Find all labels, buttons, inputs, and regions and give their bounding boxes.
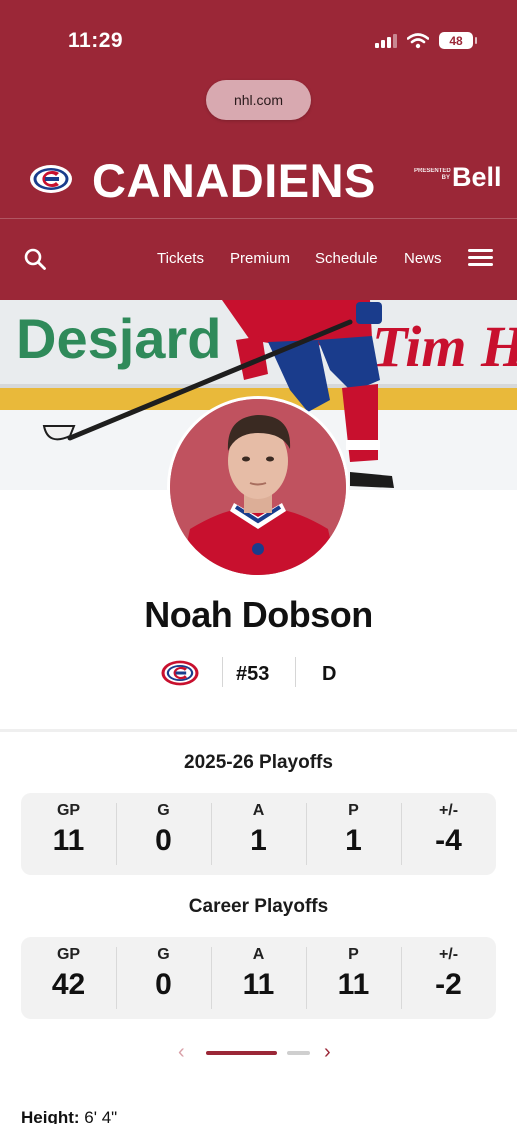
stat-label: G: [157, 946, 170, 963]
player-page: 11:29 48 nhl.com CANADIENS PRESENTED BY …: [0, 0, 517, 1124]
stat-plus-minus: +/- -4: [401, 793, 496, 875]
bio-height: Height: 6' 4": [21, 1108, 117, 1124]
header-divider: [0, 218, 517, 219]
canadiens-logo-icon[interactable]: [28, 162, 74, 196]
stat-value: -2: [435, 968, 462, 1001]
team-logo-icon: [161, 660, 199, 686]
main-nav: Tickets Premium Schedule News: [0, 236, 517, 282]
player-headshot: [167, 396, 349, 578]
sponsor-caption: PRESENTED BY: [414, 168, 451, 181]
site-header: 11:29 48 nhl.com CANADIENS PRESENTED BY …: [0, 0, 517, 300]
status-time: 11:29: [68, 29, 124, 52]
player-headshot-image: [170, 399, 346, 575]
stat-label: G: [157, 802, 170, 819]
nav-schedule[interactable]: Schedule: [315, 250, 378, 267]
status-icons: 48: [375, 32, 477, 49]
stat-label: P: [348, 802, 359, 819]
meta-divider: [295, 657, 296, 687]
cellular-signal-icon: [375, 33, 397, 48]
nav-news[interactable]: News: [404, 250, 442, 267]
stat-plus-minus: +/- -2: [401, 937, 496, 1019]
sponsor-logo[interactable]: Bell: [452, 162, 502, 193]
board-ad-right: Tim H: [372, 314, 517, 379]
stat-label: A: [252, 802, 265, 819]
stat-label: A: [252, 946, 265, 963]
stat-value: 11: [242, 968, 275, 1001]
stats-pager: ‹ ›: [0, 1040, 517, 1064]
stat-p: P1: [306, 793, 401, 875]
board-ad-left: Desjard: [16, 307, 221, 370]
team-wordmark[interactable]: CANADIENS: [92, 153, 376, 208]
bio-height-label: Height:: [21, 1108, 80, 1124]
nav-tickets[interactable]: Tickets: [157, 250, 204, 267]
player-number: #53: [236, 663, 270, 685]
pager-indicator-active[interactable]: [206, 1051, 277, 1055]
stat-value: 1: [345, 824, 362, 857]
stat-value: 0: [155, 824, 172, 857]
nav-premium[interactable]: Premium: [230, 250, 290, 267]
stat-label: +/-: [438, 802, 459, 819]
player-position: D: [322, 663, 337, 685]
stat-g: G0: [116, 793, 211, 875]
search-icon[interactable]: [22, 246, 48, 272]
pager-indicator[interactable]: [287, 1051, 310, 1055]
stat-label: P: [348, 946, 359, 963]
stat-value: -4: [435, 824, 462, 857]
chevron-left-icon[interactable]: ‹: [178, 1041, 185, 1064]
stat-g: G0: [116, 937, 211, 1019]
stat-label: +/-: [438, 946, 459, 963]
stat-label: GP: [56, 946, 81, 963]
wifi-icon: [407, 32, 429, 48]
stats-title-season-playoffs: 2025-26 Playoffs: [184, 752, 333, 773]
player-name: Noah Dobson: [144, 594, 373, 635]
stat-a: A1: [211, 793, 306, 875]
chevron-right-icon[interactable]: ›: [324, 1041, 331, 1064]
battery-icon: 48: [439, 32, 477, 49]
stats-title-career-playoffs: Career Playoffs: [188, 896, 329, 917]
stats-card-season-playoffs[interactable]: GP 11 G0 A1 P1 +/- -4: [21, 793, 496, 875]
stat-p: P 11: [306, 937, 401, 1019]
section-divider: [0, 729, 517, 732]
stat-value: 1: [250, 824, 267, 857]
stat-gp: GP 42: [21, 937, 116, 1019]
stat-value: 0: [155, 968, 172, 1001]
bio-height-value: 6' 4": [84, 1108, 118, 1124]
meta-divider: [222, 657, 223, 687]
stat-label: GP: [56, 802, 81, 819]
player-meta: #53 D: [0, 654, 517, 694]
stat-a: A 11: [211, 937, 306, 1019]
stat-value: 11: [52, 824, 85, 857]
stat-value: 11: [337, 968, 370, 1001]
url-bar[interactable]: nhl.com: [206, 80, 311, 120]
stats-card-career-playoffs[interactable]: GP 42 G0 A 11 P 11 +/- -2: [21, 937, 496, 1019]
brand-bar: CANADIENS PRESENTED BY Bell: [0, 150, 517, 210]
stat-gp: GP 11: [21, 793, 116, 875]
hamburger-menu-icon[interactable]: [468, 249, 493, 269]
stat-value: 42: [51, 968, 86, 1001]
